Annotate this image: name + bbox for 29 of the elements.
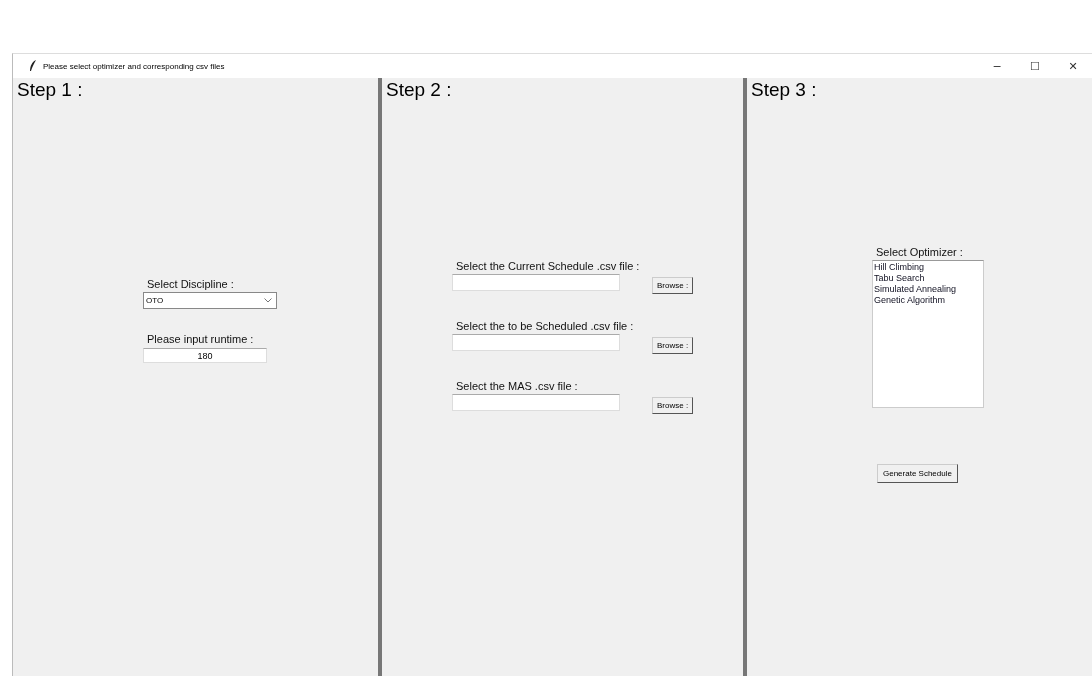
- field-label: Select the to be Scheduled .csv file :: [456, 320, 635, 332]
- file-path-field[interactable]: [452, 334, 620, 351]
- step-heading: Step 2 :: [385, 78, 452, 102]
- step-heading: Step 3 :: [750, 78, 817, 102]
- browse-button[interactable]: Browse :: [652, 277, 694, 294]
- file-path-field[interactable]: [452, 394, 620, 411]
- list-item[interactable]: Simulated Annealing: [874, 284, 982, 295]
- list-item[interactable]: Hill Climbing: [874, 262, 982, 273]
- field-label: Select Discipline :: [147, 278, 234, 290]
- runtime-field[interactable]: 180: [143, 348, 267, 363]
- field-label: Select the Current Schedule .csv file :: [456, 260, 641, 272]
- feather-icon: [29, 60, 37, 72]
- list-item[interactable]: Tabu Search: [874, 273, 982, 284]
- browse-button[interactable]: Browse :: [652, 337, 694, 354]
- file-path-field[interactable]: [452, 274, 620, 291]
- optimizer-listbox[interactable]: Hill Climbing Tabu Search Simulated Annealing Genetic Algorithm: [872, 260, 984, 408]
- browse-button[interactable]: Browse :: [652, 397, 694, 414]
- field-label: Select Optimizer :: [876, 246, 963, 258]
- field-label: Select the MAS .csv file :: [456, 380, 579, 392]
- list-item[interactable]: Genetic Algorithm: [874, 295, 982, 306]
- minimize-button[interactable]: −: [978, 54, 1016, 78]
- chevron-icon: [264, 298, 272, 303]
- maximize-button[interactable]: ☐: [1016, 54, 1054, 78]
- generate-schedule-button[interactable]: Generate Schedule: [877, 464, 958, 483]
- window-title: Please select optimizer and corresponding csv files: [43, 61, 225, 71]
- step-heading: Step 1 :: [16, 78, 83, 102]
- discipline-dropdown[interactable]: OTO: [143, 292, 277, 309]
- field-label: Please input runtime :: [147, 333, 254, 345]
- close-button[interactable]: ✕: [1054, 54, 1092, 78]
